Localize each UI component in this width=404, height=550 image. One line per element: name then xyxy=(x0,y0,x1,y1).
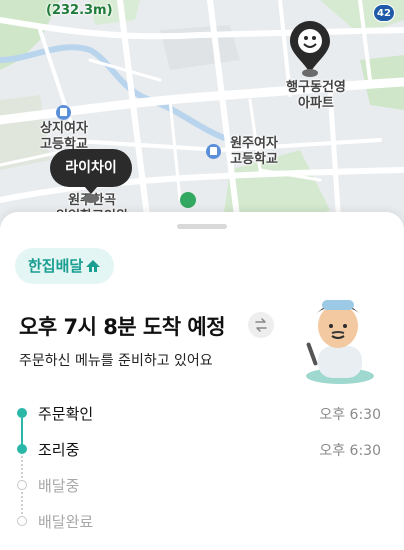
step-dot-done xyxy=(17,408,27,418)
step-label: 배달중 xyxy=(38,477,80,495)
rider-bubble-tail xyxy=(84,186,98,194)
timeline-step-delivering: 배달중 xyxy=(0,468,404,502)
single-delivery-badge: 한집배달 xyxy=(15,248,115,284)
timeline-step-order-confirmed: 주문확인 오후 6:30 xyxy=(0,396,404,430)
step-dot-pending xyxy=(17,516,27,526)
swap-arrows-icon xyxy=(255,318,267,332)
step-dot-pending xyxy=(17,480,27,490)
step-dot-done xyxy=(17,444,27,454)
route-number-badge: 42 xyxy=(373,4,395,22)
school-icon xyxy=(206,144,221,159)
apartment-label: 행구동건영 아파트 xyxy=(286,80,346,111)
chef-illustration xyxy=(306,300,374,384)
park-icon xyxy=(180,192,196,208)
eta-title: 오후 7시 8분 도착 예정 xyxy=(19,315,226,339)
store-logo-icon xyxy=(298,29,322,53)
eta-toggle-button[interactable] xyxy=(248,312,274,338)
delivery-status-sheet: 한집배달 오후 7시 8분 도착 예정 주문하신 메뉴를 준비하고 있어요 주문… xyxy=(0,212,404,550)
badge-label: 한집배달 xyxy=(28,257,84,275)
step-time: 오후 6:30 xyxy=(319,407,381,423)
rider-location-dot xyxy=(83,194,99,203)
home-arrow-icon xyxy=(86,260,101,272)
eta-subtitle: 주문하신 메뉴를 준비하고 있어요 xyxy=(19,353,213,369)
step-label: 주문확인 xyxy=(38,405,94,423)
map-view[interactable]: (232.3m) 42 행구동건영 아파트 상지여자 고등학교 원주여자 고등학… xyxy=(0,0,404,240)
step-label: 배달완료 xyxy=(38,513,94,531)
step-time: 오후 6:30 xyxy=(319,443,381,459)
store-location-pin[interactable] xyxy=(289,21,331,77)
sheet-drag-handle[interactable] xyxy=(177,224,227,229)
rider-name-bubble[interactable]: 라이차이 xyxy=(50,149,132,187)
school-label-2: 원주여자 고등학교 xyxy=(230,136,278,167)
timeline-step-delivered: 배달완료 xyxy=(0,504,404,538)
distance-label: (232.3m) xyxy=(46,3,113,18)
timeline-step-cooking: 조리중 오후 6:30 xyxy=(0,432,404,466)
step-label: 조리중 xyxy=(38,441,80,459)
school-icon xyxy=(56,105,71,120)
